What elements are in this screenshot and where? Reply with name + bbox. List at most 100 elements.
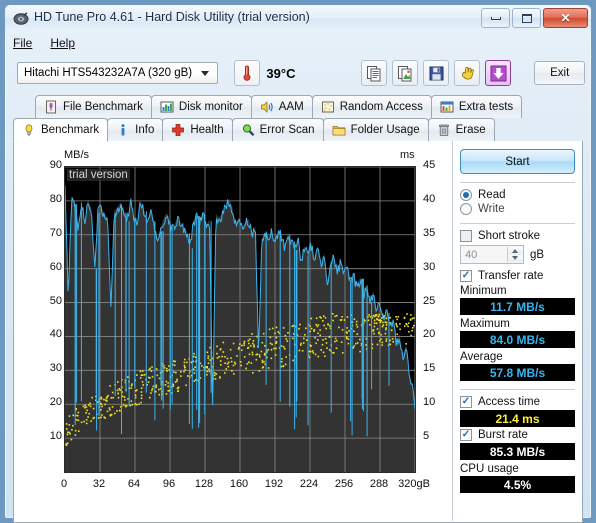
- floppy-save-icon: [429, 66, 444, 80]
- plot-svg: [64, 166, 417, 473]
- maximum-value: 84.0 MB/s: [460, 331, 575, 348]
- minimum-value: 11.7 MB/s: [460, 298, 575, 315]
- download-button[interactable]: [485, 60, 512, 86]
- checkbox-transfer-rate[interactable]: ✓ Transfer rate: [460, 270, 575, 282]
- y-tick-90: 90: [49, 159, 62, 171]
- average-label: Average: [460, 351, 503, 363]
- window-title: HD Tune Pro 4.61 - Hard Disk Utility (tr…: [34, 10, 310, 24]
- radio-write[interactable]: Write: [460, 203, 575, 215]
- tab-folder-usage[interactable]: Folder Usage: [322, 118, 429, 141]
- short-stroke-checkbox-icon: [460, 230, 472, 242]
- window-controls: ✕: [481, 8, 588, 28]
- maximize-icon: [521, 13, 532, 23]
- exit-button[interactable]: Exit: [534, 61, 585, 85]
- y2-tick-45: 45: [423, 159, 436, 171]
- x-tick-320: 320gB: [398, 478, 430, 490]
- tab-file-benchmark[interactable]: File Benchmark: [35, 95, 152, 118]
- copy-text-button[interactable]: [361, 60, 388, 86]
- burst-rate-label: Burst rate: [478, 429, 528, 441]
- copy-text-icon: [366, 65, 381, 81]
- copy-image-icon: [397, 65, 412, 81]
- maximize-button[interactable]: [512, 8, 541, 28]
- radio-read-label: Read: [478, 189, 506, 201]
- drive-select[interactable]: Hitachi HTS543232A7A (320 gB): [17, 62, 219, 84]
- download-arrow-icon: [490, 65, 507, 81]
- hdd-icon: [13, 11, 29, 27]
- y2-tick-20: 20: [423, 328, 436, 341]
- x-tick-32: 32: [92, 478, 106, 490]
- short-stroke-stepper[interactable]: 40: [460, 245, 524, 264]
- short-stroke-unit: gB: [530, 248, 545, 261]
- menu-item-file[interactable]: File: [13, 36, 32, 50]
- folder-icon: [332, 123, 346, 137]
- menu-help-label: Help: [50, 36, 76, 50]
- x-tick-192: 192: [264, 478, 284, 490]
- temperature-button[interactable]: [234, 60, 261, 86]
- plot-area: trial version: [64, 166, 417, 473]
- tab-info[interactable]: Info: [107, 118, 164, 141]
- divider-3: [460, 389, 575, 390]
- tab-aam-label: AAM: [278, 101, 304, 113]
- stepper-up-button[interactable]: [508, 247, 522, 255]
- tab-bar: File Benchmark Disk monitor AAM Random A…: [13, 95, 583, 142]
- tab-benchmark[interactable]: Benchmark: [13, 118, 109, 142]
- checkbox-burst-rate[interactable]: ✓ Burst rate: [460, 429, 575, 441]
- chevron-down-icon[interactable]: [197, 63, 213, 83]
- y-tick-80: 80: [49, 192, 62, 205]
- checkbox-access-time[interactable]: ✓ Access time: [460, 396, 575, 408]
- y2-tick-30: 30: [423, 260, 436, 273]
- tab-erase-label: Erase: [455, 124, 486, 136]
- burst-rate-checkbox-icon: ✓: [460, 429, 472, 441]
- tab-extra-tests[interactable]: Extra tests: [430, 95, 523, 118]
- start-button[interactable]: Start: [460, 149, 575, 174]
- y-axis-label: MB/s: [64, 149, 90, 161]
- stepper-down-button[interactable]: [508, 254, 522, 262]
- average-value: 57.8 MB/s: [460, 364, 575, 381]
- access-time-label: Access time: [478, 396, 540, 408]
- checkbox-short-stroke[interactable]: Short stroke: [460, 230, 575, 242]
- stepper-buttons[interactable]: [507, 247, 522, 262]
- access-time-checkbox-icon: ✓: [460, 396, 472, 408]
- tab-disk-monitor[interactable]: Disk monitor: [150, 95, 252, 118]
- tab-erase[interactable]: Erase: [427, 118, 495, 141]
- tab-benchmark-label: Benchmark: [41, 124, 100, 136]
- tab-random-access[interactable]: Random Access: [311, 95, 432, 118]
- file-benchmark-icon: [44, 100, 58, 114]
- tab-row-bottom: Benchmark Info Health Error Scan Folder …: [13, 118, 583, 142]
- x-tick-128: 128: [194, 478, 214, 490]
- access-time-value: 21.4 ms: [460, 410, 575, 427]
- radio-write-icon: [460, 203, 472, 215]
- x-tick-64: 64: [127, 478, 141, 490]
- y-tick-40: 40: [49, 328, 62, 341]
- title-bar: HD Tune Pro 4.61 - Hard Disk Utility (tr…: [5, 5, 591, 33]
- menu-item-help[interactable]: Help: [50, 36, 75, 50]
- temperature-value: 39°C: [266, 65, 296, 81]
- y-tick-20: 20: [49, 396, 62, 409]
- minimize-button[interactable]: [481, 8, 510, 28]
- thermometer-icon: [244, 65, 251, 81]
- y-tick-60: 60: [49, 260, 62, 273]
- y2-tick-10: 10: [423, 396, 436, 409]
- cleanup-button[interactable]: [454, 60, 481, 86]
- tab-disk-monitor-label: Disk monitor: [178, 101, 243, 113]
- save-button[interactable]: [423, 60, 450, 86]
- start-button-label: Start: [505, 155, 530, 168]
- temperature-group: 39°C: [234, 60, 295, 86]
- hand-wave-icon: [461, 66, 474, 80]
- short-stroke-value: 40: [465, 248, 478, 261]
- cpu-usage-value: 4.5%: [460, 476, 575, 493]
- close-button[interactable]: ✕: [543, 8, 588, 28]
- drive-select-value: Hitachi HTS543232A7A (320 gB): [24, 67, 193, 79]
- trash-icon: [437, 123, 451, 137]
- chevron-down-icon: [512, 256, 518, 261]
- y2-tick-35: 35: [423, 226, 436, 239]
- tab-aam[interactable]: AAM: [250, 95, 313, 118]
- x-tick-288: 288: [369, 478, 389, 490]
- lightbulb-icon: [22, 123, 36, 137]
- tab-health[interactable]: Health: [162, 118, 233, 141]
- copy-image-button[interactable]: [392, 60, 419, 86]
- tab-error-scan-label: Error Scan: [259, 124, 315, 136]
- tab-info-label: Info: [135, 124, 155, 136]
- tab-error-scan[interactable]: Error Scan: [231, 118, 324, 141]
- radio-read[interactable]: Read: [460, 189, 575, 201]
